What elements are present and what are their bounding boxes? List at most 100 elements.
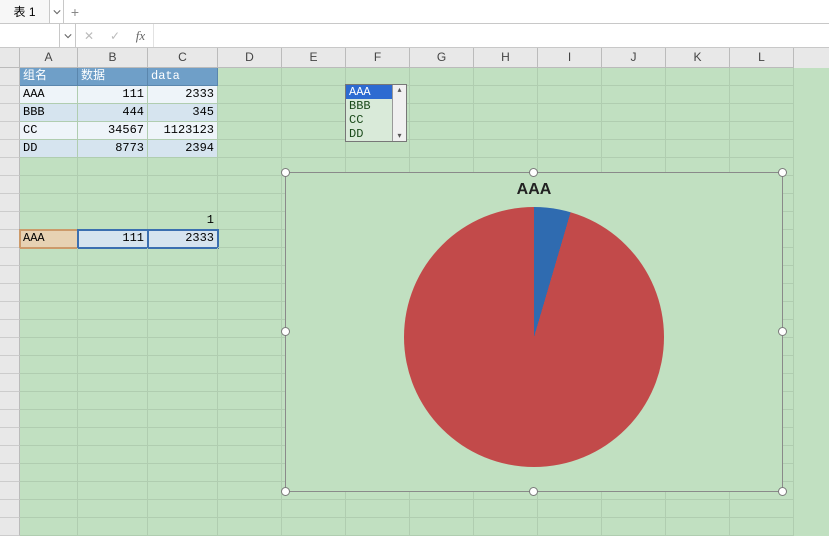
cell[interactable] <box>78 266 148 284</box>
cell[interactable]: 8773 <box>78 140 148 158</box>
cell[interactable] <box>474 140 538 158</box>
row-header[interactable] <box>0 122 20 140</box>
cell[interactable] <box>282 140 346 158</box>
cell[interactable] <box>148 158 218 176</box>
col-header[interactable]: I <box>538 48 602 68</box>
formula-input[interactable] <box>154 24 829 47</box>
cell[interactable] <box>410 104 474 122</box>
cell[interactable] <box>20 194 78 212</box>
resize-handle[interactable] <box>281 327 290 336</box>
cell[interactable] <box>218 446 282 464</box>
cell[interactable]: CC <box>20 122 78 140</box>
cell[interactable] <box>20 284 78 302</box>
cell[interactable] <box>20 428 78 446</box>
row-header[interactable] <box>0 68 20 86</box>
cell[interactable] <box>282 68 346 86</box>
row-header[interactable] <box>0 302 20 320</box>
name-box[interactable] <box>0 24 60 47</box>
cell[interactable] <box>410 140 474 158</box>
resize-handle[interactable] <box>778 487 787 496</box>
cell[interactable] <box>218 356 282 374</box>
col-header[interactable]: E <box>282 48 346 68</box>
listbox-scrollbar[interactable]: ▴ ▾ <box>392 85 406 141</box>
col-header[interactable]: D <box>218 48 282 68</box>
cell[interactable] <box>78 212 148 230</box>
cell[interactable] <box>20 482 78 500</box>
sheet-tab[interactable]: 表 1 <box>0 0 50 23</box>
row-header[interactable] <box>0 230 20 248</box>
resize-handle[interactable] <box>529 168 538 177</box>
cell[interactable] <box>346 500 410 518</box>
cell[interactable] <box>78 500 148 518</box>
name-box-dropdown[interactable] <box>60 24 76 47</box>
cell[interactable] <box>602 518 666 536</box>
row-header[interactable] <box>0 194 20 212</box>
row-header[interactable] <box>0 248 20 266</box>
row-header[interactable] <box>0 428 20 446</box>
resize-handle[interactable] <box>778 327 787 336</box>
cell[interactable] <box>218 338 282 356</box>
select-all-corner[interactable] <box>0 48 20 68</box>
table-header-cell[interactable]: 组名 <box>20 68 78 86</box>
cell[interactable] <box>602 140 666 158</box>
cell[interactable] <box>218 482 282 500</box>
cell[interactable] <box>282 518 346 536</box>
cell[interactable] <box>148 518 218 536</box>
cell[interactable]: 2394 <box>148 140 218 158</box>
cell[interactable] <box>538 140 602 158</box>
cell[interactable] <box>666 500 730 518</box>
listbox-item[interactable]: CC <box>346 113 392 127</box>
cell[interactable] <box>148 248 218 266</box>
cell[interactable] <box>218 140 282 158</box>
sheet-tab-dropdown[interactable] <box>50 0 64 23</box>
cell[interactable] <box>78 338 148 356</box>
cell[interactable] <box>730 86 794 104</box>
row-header[interactable] <box>0 410 20 428</box>
cell[interactable] <box>474 104 538 122</box>
cell[interactable] <box>218 86 282 104</box>
listbox-item[interactable]: BBB <box>346 99 392 113</box>
cell[interactable]: DD <box>20 140 78 158</box>
row-header[interactable] <box>0 158 20 176</box>
row-header[interactable] <box>0 518 20 536</box>
resize-handle[interactable] <box>281 487 290 496</box>
cell[interactable] <box>602 68 666 86</box>
col-header[interactable]: F <box>346 48 410 68</box>
cell[interactable] <box>218 212 282 230</box>
cell[interactable] <box>218 176 282 194</box>
row-header[interactable] <box>0 320 20 338</box>
scroll-down-icon[interactable]: ▾ <box>397 131 401 141</box>
row-header[interactable] <box>0 176 20 194</box>
cell[interactable] <box>666 104 730 122</box>
row-header[interactable] <box>0 338 20 356</box>
cell[interactable] <box>282 122 346 140</box>
cell[interactable] <box>602 104 666 122</box>
col-header[interactable]: A <box>20 48 78 68</box>
listbox-item[interactable]: AAA <box>346 85 392 99</box>
cell[interactable] <box>474 68 538 86</box>
cell[interactable] <box>20 266 78 284</box>
cell[interactable] <box>218 68 282 86</box>
cell[interactable] <box>20 410 78 428</box>
cell[interactable] <box>474 86 538 104</box>
row-header[interactable] <box>0 374 20 392</box>
cell[interactable] <box>538 122 602 140</box>
cell[interactable] <box>282 500 346 518</box>
chart-object[interactable]: AAA <box>285 172 783 492</box>
cell[interactable] <box>538 518 602 536</box>
cell[interactable] <box>538 68 602 86</box>
cell[interactable] <box>218 194 282 212</box>
cell[interactable] <box>78 302 148 320</box>
cell[interactable] <box>218 464 282 482</box>
cell-selected[interactable]: AAA <box>20 230 78 248</box>
cell[interactable] <box>410 518 474 536</box>
cell[interactable] <box>148 464 218 482</box>
cell[interactable] <box>148 482 218 500</box>
cell[interactable] <box>148 356 218 374</box>
cell[interactable]: BBB <box>20 104 78 122</box>
scroll-up-icon[interactable]: ▴ <box>397 85 401 95</box>
cell[interactable] <box>410 86 474 104</box>
cell[interactable] <box>218 284 282 302</box>
cell[interactable] <box>78 284 148 302</box>
cell[interactable] <box>148 374 218 392</box>
